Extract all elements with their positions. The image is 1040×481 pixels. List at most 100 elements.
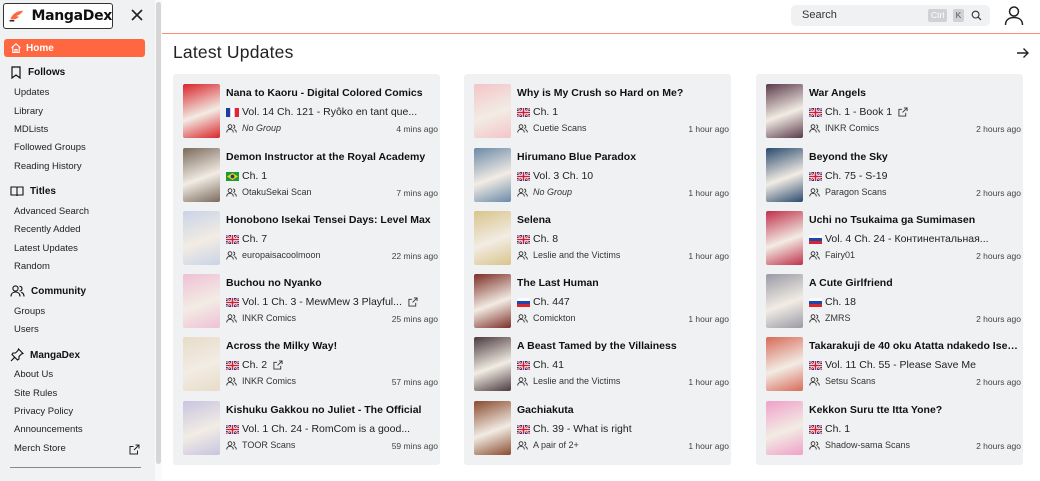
manga-title[interactable]: Gachiakuta bbox=[517, 404, 727, 416]
manga-cover[interactable] bbox=[766, 84, 803, 138]
sidebar-item-random[interactable]: Random bbox=[14, 261, 50, 272]
manga-title[interactable]: Buchou no Nyanko bbox=[226, 277, 436, 289]
update-entry[interactable]: Hirumano Blue Paradox Vol. 3 Ch. 10 No Gro… bbox=[474, 148, 729, 202]
scanlation-group[interactable]: Leslie and the Victims bbox=[517, 250, 620, 260]
sidebar-scrollbar-thumb[interactable] bbox=[156, 2, 161, 464]
sidebar-item-recently-added[interactable]: Recently Added bbox=[14, 224, 81, 235]
manga-title[interactable]: The Last Human bbox=[517, 277, 727, 289]
manga-title[interactable]: Hirumano Blue Paradox bbox=[517, 151, 727, 163]
scanlation-group[interactable]: TOOR Scans bbox=[226, 440, 295, 450]
manga-cover[interactable] bbox=[766, 337, 803, 391]
chapter-link[interactable]: Vol. 11 Ch. 55 - Please Save Me bbox=[809, 358, 1021, 372]
arrow-right-icon[interactable] bbox=[1016, 47, 1030, 59]
manga-cover[interactable] bbox=[183, 148, 220, 202]
scanlation-group[interactable]: OtakuSekai Scan bbox=[226, 187, 312, 197]
sidebar-item-library[interactable]: Library bbox=[14, 106, 43, 117]
update-entry[interactable]: Beyond the Sky Ch. 75 - S-19 Paragon Scans… bbox=[766, 148, 1021, 202]
manga-cover[interactable] bbox=[474, 84, 511, 138]
update-entry[interactable]: War Angels Ch. 1 - Book 1 INKR Comics 2 hou… bbox=[766, 84, 1021, 138]
sidebar-item-site-rules[interactable]: Site Rules bbox=[14, 388, 57, 399]
scanlation-group[interactable]: Shadow-sama Scans bbox=[809, 440, 910, 450]
manga-title[interactable]: War Angels bbox=[809, 87, 1019, 99]
manga-title[interactable]: Honobono Isekai Tensei Days: Level Max bbox=[226, 214, 436, 226]
manga-cover[interactable] bbox=[766, 148, 803, 202]
sidebar-section-follows[interactable]: Follows bbox=[10, 66, 65, 79]
scanlation-group[interactable]: INKR Comics bbox=[226, 376, 296, 386]
update-entry[interactable]: Across the Milky Way! Ch. 2 INKR Comics 57 … bbox=[183, 337, 438, 391]
sidebar-item-advanced-search[interactable]: Advanced Search bbox=[14, 206, 89, 217]
chapter-link[interactable]: Vol. 14 Ch. 121 - Ryôko en tant que... bbox=[226, 105, 438, 119]
manga-title[interactable]: Takarakuji de 40 oku Atatta ndakedo Isek… bbox=[809, 340, 1019, 352]
sidebar-section-mangadex[interactable]: MangaDex bbox=[10, 348, 80, 362]
sidebar-item-home[interactable]: Home bbox=[4, 39, 145, 57]
update-entry[interactable]: Kekkon Suru tte Itta Yone? Ch. 1 Shadow-sa… bbox=[766, 401, 1021, 455]
scanlation-group[interactable]: europaisacoolmoon bbox=[226, 250, 321, 260]
sidebar-section-community[interactable]: Community bbox=[10, 285, 86, 297]
scanlation-group[interactable]: ZMRS bbox=[809, 313, 851, 323]
update-entry[interactable]: Selena Ch. 8 Leslie and the Victims 1 hour … bbox=[474, 211, 729, 265]
update-entry[interactable]: A Beast Tamed by the Villainess Ch. 41 Les… bbox=[474, 337, 729, 391]
manga-cover[interactable] bbox=[183, 84, 220, 138]
chapter-link[interactable]: Ch. 1 bbox=[809, 422, 1021, 436]
manga-cover[interactable] bbox=[474, 148, 511, 202]
chapter-link[interactable]: Vol. 1 Ch. 3 - MewMew 3 Playful... bbox=[226, 295, 438, 309]
manga-title[interactable]: A Beast Tamed by the Villainess bbox=[517, 340, 727, 352]
manga-title[interactable]: Demon Instructor at the Royal Academy bbox=[226, 151, 436, 163]
chapter-link[interactable]: Ch. 41 bbox=[517, 358, 729, 372]
sidebar-item-latest-updates[interactable]: Latest Updates bbox=[14, 243, 78, 254]
scanlation-group[interactable]: Comickton bbox=[517, 313, 576, 323]
chapter-link[interactable]: Vol. 1 Ch. 24 - RomCom is a good... bbox=[226, 422, 438, 436]
manga-cover[interactable] bbox=[183, 211, 220, 265]
sidebar-item-users[interactable]: Users bbox=[14, 324, 39, 335]
close-sidebar-icon[interactable] bbox=[128, 6, 146, 24]
scanlation-group[interactable]: Fairy01 bbox=[809, 250, 855, 260]
scanlation-group[interactable]: Leslie and the Victims bbox=[517, 376, 620, 386]
manga-cover[interactable] bbox=[766, 274, 803, 328]
sidebar-item-reading-history[interactable]: Reading History bbox=[14, 161, 82, 172]
manga-title[interactable]: Uchi no Tsukaima ga Sumimasen bbox=[809, 214, 1019, 226]
search-icon[interactable] bbox=[971, 10, 982, 21]
sidebar-item-about-us[interactable]: About Us bbox=[14, 369, 53, 380]
update-entry[interactable]: Takarakuji de 40 oku Atatta ndakedo Isek… bbox=[766, 337, 1021, 391]
sidebar-item-privacy-policy[interactable]: Privacy Policy bbox=[14, 406, 73, 417]
manga-cover[interactable] bbox=[474, 211, 511, 265]
update-entry[interactable]: The Last Human Ch. 447 Comickton 1 hour ago bbox=[474, 274, 729, 328]
update-entry[interactable]: Gachiakuta Ch. 39 - What is right A pair o… bbox=[474, 401, 729, 455]
manga-title[interactable]: Nana to Kaoru - Digital Colored Comics bbox=[226, 87, 436, 99]
sidebar-item-groups[interactable]: Groups bbox=[14, 306, 45, 317]
update-entry[interactable]: Why is My Crush so Hard on Me? Ch. 1 Cueti… bbox=[474, 84, 729, 138]
chapter-link[interactable]: Ch. 1 bbox=[226, 169, 438, 183]
chapter-link[interactable]: Ch. 8 bbox=[517, 232, 729, 246]
chapter-link[interactable]: Vol. 3 Ch. 10 bbox=[517, 169, 729, 183]
chapter-link[interactable]: Ch. 18 bbox=[809, 295, 1021, 309]
scanlation-group[interactable]: INKR Comics bbox=[226, 313, 296, 323]
manga-title[interactable]: A Cute Girlfriend bbox=[809, 277, 1019, 289]
external-link-icon[interactable] bbox=[273, 360, 283, 370]
update-entry[interactable]: Demon Instructor at the Royal Academy Ch.… bbox=[183, 148, 438, 202]
sidebar-item-followed-groups[interactable]: Followed Groups bbox=[14, 142, 86, 153]
sidebar-item-announcements[interactable]: Announcements bbox=[14, 424, 83, 435]
chapter-link[interactable]: Vol. 4 Ch. 24 - Континентальная... bbox=[809, 232, 1021, 246]
scanlation-group[interactable]: No Group bbox=[517, 187, 572, 197]
update-entry[interactable]: Honobono Isekai Tensei Days: Level Max Ch… bbox=[183, 211, 438, 265]
scanlation-group[interactable]: INKR Comics bbox=[809, 123, 879, 133]
scanlation-group[interactable]: Setsu Scans bbox=[809, 376, 876, 386]
update-entry[interactable]: A Cute Girlfriend Ch. 18 ZMRS 2 hours ago bbox=[766, 274, 1021, 328]
manga-cover[interactable] bbox=[183, 274, 220, 328]
update-entry[interactable]: Buchou no Nyanko Vol. 1 Ch. 3 - MewMew 3 … bbox=[183, 274, 438, 328]
sidebar-section-titles[interactable]: Titles bbox=[10, 185, 56, 197]
manga-cover[interactable] bbox=[766, 401, 803, 455]
scanlation-group[interactable]: No Group bbox=[226, 123, 281, 133]
chapter-link[interactable]: Ch. 447 bbox=[517, 295, 729, 309]
manga-cover[interactable] bbox=[474, 274, 511, 328]
chapter-link[interactable]: Ch. 1 bbox=[517, 105, 729, 119]
chapter-link[interactable]: Ch. 39 - What is right bbox=[517, 422, 729, 436]
manga-cover[interactable] bbox=[183, 401, 220, 455]
sidebar-item-mdlists[interactable]: MDLists bbox=[14, 124, 48, 135]
manga-cover[interactable] bbox=[766, 211, 803, 265]
manga-cover[interactable] bbox=[474, 337, 511, 391]
manga-title[interactable]: Kishuku Gakkou no Juliet - The Official bbox=[226, 404, 436, 416]
user-avatar-icon[interactable] bbox=[1003, 4, 1025, 26]
scanlation-group[interactable]: A pair of 2+ bbox=[517, 440, 579, 450]
chapter-link[interactable]: Ch. 7 bbox=[226, 232, 438, 246]
